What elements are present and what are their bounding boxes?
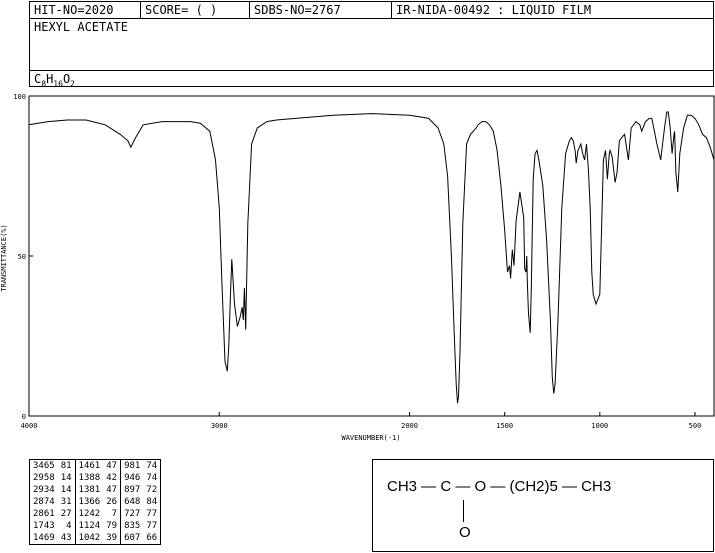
x-tick-label: 4000	[21, 422, 38, 430]
x-tick-label: 1500	[496, 422, 513, 430]
spectrum-line	[28, 111, 715, 404]
x-tick-label: 2000	[401, 422, 418, 430]
peak-wavenumber: 1242	[74, 508, 104, 520]
peak-wavenumber: 727	[120, 508, 144, 520]
y-axis-label: TRANSMITTANCE(%)	[0, 224, 8, 291]
peak-wavenumber: 607	[120, 532, 144, 545]
y-tick-label: 0	[22, 413, 26, 421]
ir-id: IR-NIDA-00492 : LIQUID FILM	[396, 3, 592, 17]
peak-wavenumber: 2861	[33, 509, 55, 519]
header-row: HIT-NO=2020 SCORE= ( ) SDBS-NO=2767 IR-N…	[30, 2, 713, 19]
axis-ticks: 4000 3000 2000 1500 1000 500 0 50 100	[13, 93, 701, 430]
peak-row: 2861 27 1242 7 727 77	[30, 508, 161, 520]
peak-wavenumber: 1042	[74, 532, 104, 545]
peak-transmittance: 77	[146, 521, 158, 531]
peak-wavenumber: 897	[120, 484, 144, 496]
peak-row: 1743 4 1124 79 835 77	[30, 520, 161, 532]
peak-transmittance: 79	[106, 521, 118, 531]
peak-transmittance: 26	[106, 497, 118, 507]
peak-wavenumber: 648	[120, 496, 144, 508]
peak-transmittance: 74	[146, 461, 158, 471]
x-axis-label: WAVENUMBER(-1)	[341, 434, 400, 442]
peak-wavenumber: 3465	[33, 461, 55, 471]
compound-name: HEXYL ACETATE	[34, 20, 128, 34]
peak-wavenumber: 2874	[33, 497, 55, 507]
x-tick-label: 3000	[211, 422, 228, 430]
plot-frame	[28, 95, 715, 417]
peak-wavenumber: 1381	[74, 484, 104, 496]
peak-row: 2934 14 1381 47 897 72	[30, 484, 161, 496]
ir-spectrum-chart: 4000 3000 2000 1500 1000 500 0 50 100 WAVENUMBER…	[0, 93, 715, 442]
peak-wavenumber: 1124	[74, 520, 104, 532]
peak-transmittance: 77	[146, 509, 158, 519]
molecular-formula: C8H16O2	[34, 72, 75, 88]
spectrum-header: HIT-NO=2020 SCORE= ( ) SDBS-NO=2767 IR-N…	[29, 1, 714, 88]
peak-transmittance: 31	[60, 497, 72, 507]
peak-row: 3465 81 1461 47 981 74	[30, 459, 161, 472]
peak-transmittance: 7	[111, 509, 118, 519]
peak-transmittance: 84	[146, 497, 158, 507]
peak-transmittance: 81	[60, 461, 72, 471]
peak-transmittance: 74	[146, 473, 158, 483]
formula-divider	[30, 70, 713, 71]
peak-wavenumber: 981	[120, 459, 144, 472]
peak-wavenumber: 1743	[33, 521, 55, 531]
peak-transmittance: 39	[106, 533, 118, 543]
x-tick-label: 1000	[591, 422, 608, 430]
y-tick-label: 100	[13, 93, 26, 101]
peak-wavenumber: 2958	[33, 473, 55, 483]
peak-transmittance: 42	[106, 473, 118, 483]
peak-transmittance: 47	[106, 485, 118, 495]
peak-transmittance: 14	[60, 485, 72, 495]
peak-row: 1469 43 1042 39 607 66	[30, 532, 161, 545]
peak-table: 3465 81 1461 47 981 74 2958 14 1388 42 946 74 2934 14…	[29, 459, 162, 545]
double-bond	[463, 500, 464, 522]
peak-wavenumber: 946	[120, 472, 144, 484]
peak-transmittance: 27	[60, 509, 72, 519]
structure-formula: CH3 — C — O — (CH2)5 — CH3	[387, 478, 612, 495]
peak-wavenumber: 1366	[74, 496, 104, 508]
peak-wavenumber: 1469	[33, 533, 55, 543]
peak-wavenumber: 1461	[74, 459, 104, 472]
peak-row: 2958 14 1388 42 946 74	[30, 472, 161, 484]
peak-transmittance: 66	[146, 533, 158, 543]
peak-transmittance: 14	[60, 473, 72, 483]
hit-number: HIT-NO=2020	[34, 3, 114, 17]
peak-row: 2874 31 1366 26 648 84	[30, 496, 161, 508]
peak-wavenumber: 2934	[33, 485, 55, 495]
peak-transmittance: 72	[146, 485, 158, 495]
peak-transmittance: 47	[106, 461, 118, 471]
y-tick-label: 50	[18, 253, 26, 261]
peak-wavenumber: 1388	[74, 472, 104, 484]
peak-wavenumber: 835	[120, 520, 144, 532]
peak-transmittance: 4	[66, 521, 72, 531]
sdbs-number: SDBS-NO=2767	[254, 3, 341, 17]
x-tick-label: 500	[689, 422, 702, 430]
peak-transmittance: 43	[60, 533, 72, 543]
structure-box: CH3 — C — O — (CH2)5 — CH3 O	[372, 459, 714, 552]
score: SCORE= ( )	[145, 3, 218, 17]
carbonyl-oxygen: O	[459, 524, 471, 541]
